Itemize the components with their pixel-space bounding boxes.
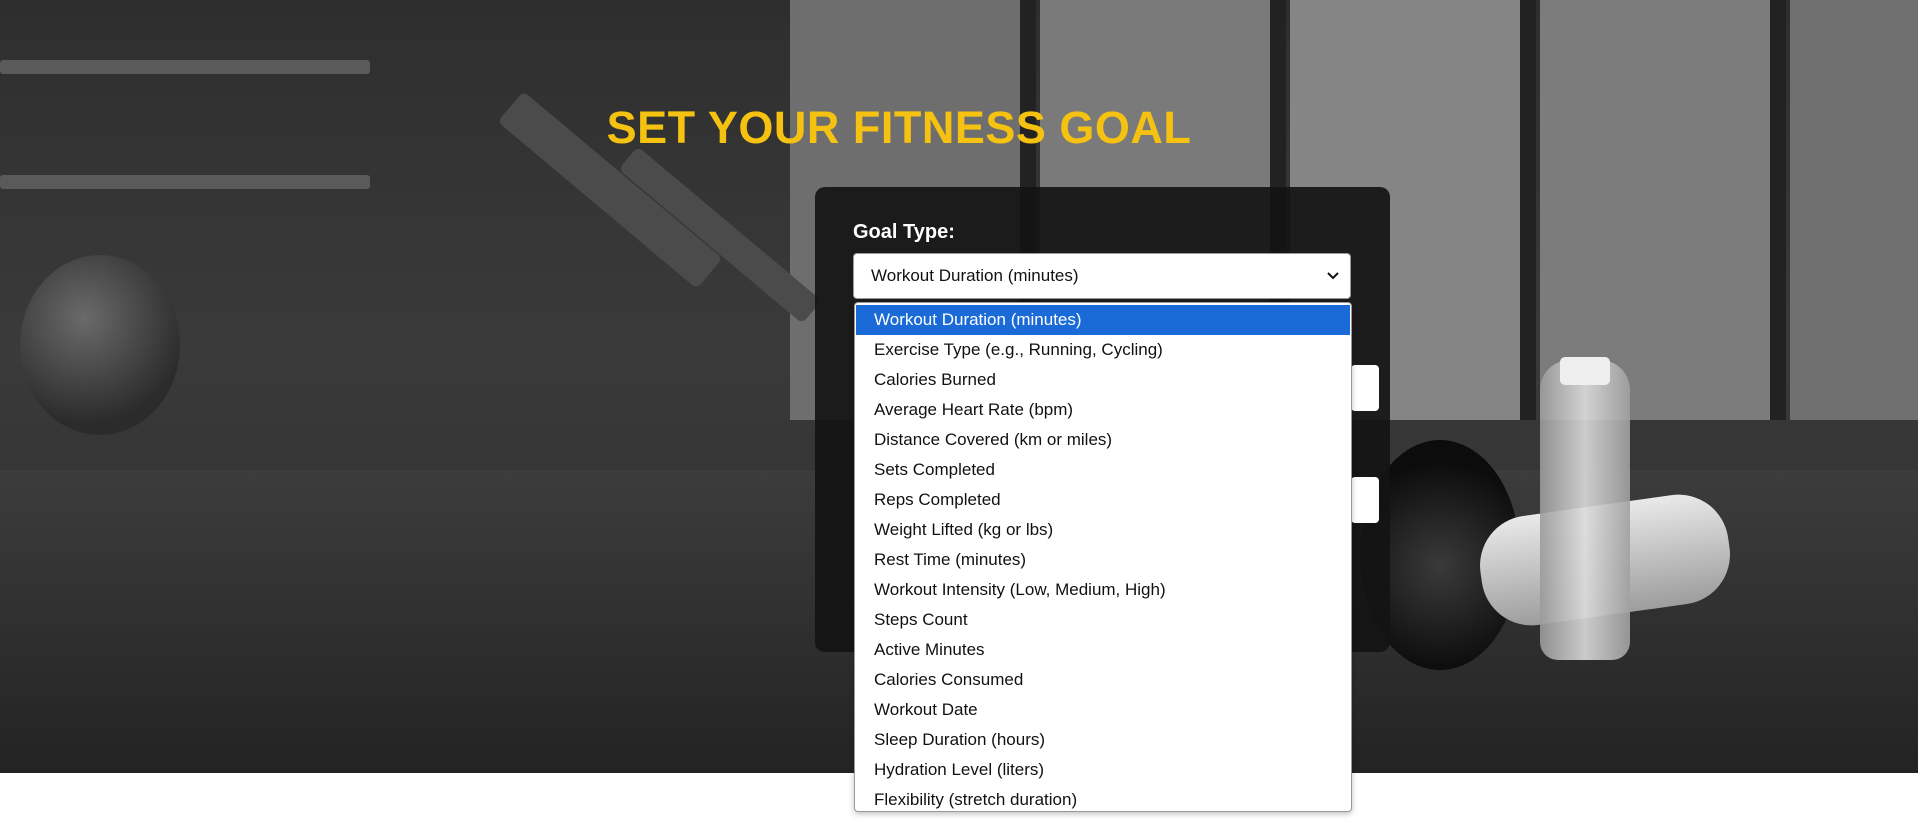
deadline-date-input[interactable]	[1351, 477, 1379, 523]
goal-type-select[interactable]: Workout Duration (minutes)	[853, 253, 1351, 299]
dropdown-option[interactable]: Steps Count	[856, 605, 1350, 635]
dropdown-option[interactable]: Rest Time (minutes)	[856, 545, 1350, 575]
target-value-input[interactable]	[1351, 365, 1379, 411]
background-bottle-cap	[1560, 357, 1610, 385]
background-bottle	[1540, 360, 1630, 660]
background-window	[1790, 0, 1918, 420]
dropdown-option[interactable]: Average Heart Rate (bpm)	[856, 395, 1350, 425]
dropdown-option[interactable]: Sets Completed	[856, 455, 1350, 485]
background-shelf	[0, 60, 370, 74]
dropdown-option[interactable]: Exercise Type (e.g., Running, Cycling)	[856, 335, 1350, 365]
dropdown-option[interactable]: Sleep Duration (hours)	[856, 725, 1350, 755]
dropdown-option[interactable]: Active Minutes	[856, 635, 1350, 665]
dropdown-option[interactable]: Workout Duration (minutes)	[856, 305, 1350, 335]
background-ball	[20, 255, 180, 435]
goal-type-select-value: Workout Duration (minutes)	[871, 266, 1079, 285]
dropdown-option[interactable]: Calories Consumed	[856, 665, 1350, 695]
goal-type-dropdown-list[interactable]: Workout Duration (minutes) Exercise Type …	[854, 302, 1352, 812]
dropdown-option[interactable]: Calories Burned	[856, 365, 1350, 395]
dropdown-option[interactable]: Flexibility (stretch duration)	[856, 785, 1350, 815]
chevron-down-icon	[1327, 272, 1339, 280]
dropdown-option[interactable]: Distance Covered (km or miles)	[856, 425, 1350, 455]
background-shelf	[0, 175, 370, 189]
dropdown-option[interactable]: Workout Intensity (Low, Medium, High)	[856, 575, 1350, 605]
dropdown-option[interactable]: Reps Completed	[856, 485, 1350, 515]
page-title: SET YOUR FITNESS GOAL	[606, 102, 1192, 153]
dropdown-option[interactable]: Weight Lifted (kg or lbs)	[856, 515, 1350, 545]
goal-type-label: Goal Type:	[853, 221, 955, 243]
dropdown-option[interactable]: Hydration Level (liters)	[856, 755, 1350, 785]
dropdown-option[interactable]: Workout Date	[856, 695, 1350, 725]
